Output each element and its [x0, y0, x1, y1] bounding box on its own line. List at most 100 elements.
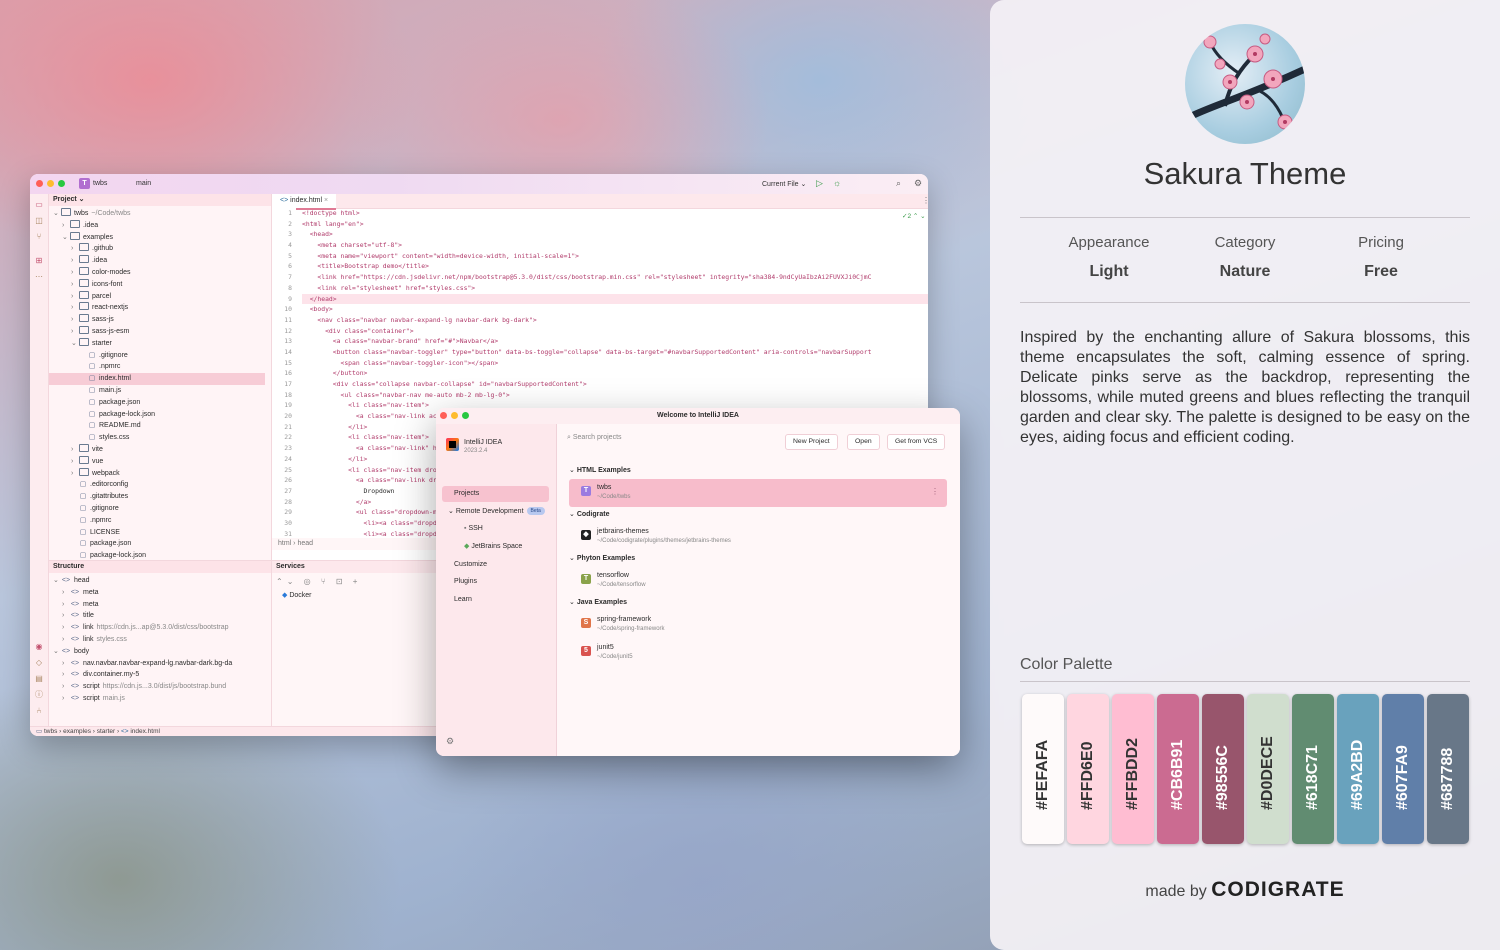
- chevron-down-icon[interactable]: ⌄: [71, 338, 79, 350]
- tree-file-row[interactable]: ▢ LICENSE: [49, 527, 265, 539]
- close-window-button[interactable]: [440, 412, 447, 419]
- color-swatch[interactable]: #D0DECE: [1247, 694, 1289, 844]
- tree-folder-row[interactable]: ⌄ starter: [49, 337, 265, 350]
- tree-file-row[interactable]: ▢ .editorconfig: [49, 479, 265, 491]
- project-group-header[interactable]: ⌄ Phyton Examples: [569, 554, 635, 562]
- crumb-head[interactable]: head: [297, 540, 313, 547]
- chevron-down-icon[interactable]: ⌄: [62, 232, 70, 244]
- chevron-down-icon[interactable]: ⌄: [569, 511, 577, 518]
- structure-item[interactable]: › <> script https://cdn.js...3.0/dist/js/bo…: [49, 681, 226, 693]
- tree-folder-row[interactable]: › react-nextjs: [49, 302, 265, 314]
- recent-project-item[interactable]: ◆ jetbrains-themes ~/Code/codigrate/plugin…: [569, 523, 947, 551]
- tree-folder-row[interactable]: › sass-js-esm: [49, 326, 265, 338]
- recent-project-item[interactable]: Ttwbs ~/Code/twbs ⋮: [569, 479, 947, 507]
- tree-file-row[interactable]: ▢ .npmrc: [49, 361, 265, 373]
- chevron-right-icon[interactable]: ›: [62, 587, 70, 599]
- project-panel-header[interactable]: Project ⌄: [49, 194, 271, 206]
- chevron-right-icon[interactable]: ›: [71, 291, 79, 303]
- zoom-window-button[interactable]: [58, 180, 65, 187]
- recent-project-item[interactable]: Ttensorflow ~/Code/tensorflow: [569, 567, 947, 595]
- welcome-nav-remote-development[interactable]: ⌄ Remote Development Beta: [442, 504, 545, 520]
- chevron-down-icon[interactable]: ⌄: [569, 555, 577, 562]
- structure-item[interactable]: › <> meta: [49, 587, 99, 599]
- structure-item[interactable]: › <> div.container.my-5: [49, 669, 139, 681]
- structure-item[interactable]: › <> script main.js: [49, 693, 125, 705]
- color-swatch[interactable]: #618C71: [1292, 694, 1334, 844]
- zoom-window-button[interactable]: [462, 412, 469, 419]
- tree-folder-row[interactable]: › .idea: [49, 219, 265, 232]
- chevron-right-icon[interactable]: ›: [62, 681, 70, 693]
- chevron-right-icon[interactable]: ›: [62, 693, 70, 705]
- tree-file-row[interactable]: ▢ styles.css: [49, 432, 265, 444]
- run-icon[interactable]: ▷: [816, 178, 823, 189]
- project-group-header[interactable]: ⌄ Codigrate: [569, 510, 609, 518]
- debug-icon[interactable]: ☼: [833, 178, 841, 188]
- welcome-nav-plugins[interactable]: Plugins: [442, 574, 477, 590]
- tree-folder-row[interactable]: › vue: [49, 455, 265, 468]
- tree-folder-row[interactable]: › webpack: [49, 467, 265, 480]
- chevron-right-icon[interactable]: ›: [71, 267, 79, 279]
- tree-file-row[interactable]: ▢ .gitignore: [49, 503, 265, 515]
- welcome-nav-projects[interactable]: Projects: [442, 486, 549, 502]
- structure-item[interactable]: › <> link styles.css: [49, 634, 127, 646]
- tree-file-row[interactable]: ▢ .gitignore: [49, 350, 265, 362]
- color-swatch[interactable]: #607FA9: [1382, 694, 1424, 844]
- chevron-right-icon[interactable]: ›: [71, 468, 79, 480]
- services-toolbar[interactable]: ⌃⌄ ◎ ⑂ ⊡ +: [276, 577, 361, 586]
- status-crumb-twbs[interactable]: twbs: [44, 728, 57, 735]
- tree-file-row[interactable]: ▢ package.json: [49, 397, 265, 409]
- inspection-widget[interactable]: ✓2 ⌃ ⌄: [902, 212, 926, 220]
- recent-project-item[interactable]: Sspring-framework ~/Code/spring-framework: [569, 611, 947, 639]
- get-from-vcs-button[interactable]: Get from VCS: [887, 434, 946, 450]
- tree-file-row[interactable]: ▢ package.json: [49, 538, 265, 550]
- close-tab-icon[interactable]: ×: [324, 197, 328, 204]
- color-swatch[interactable]: #687788: [1427, 694, 1469, 844]
- project-options-icon[interactable]: ⋮: [931, 487, 939, 496]
- minimize-window-button[interactable]: [451, 412, 458, 419]
- welcome-nav-learn[interactable]: Learn: [442, 592, 472, 608]
- new-project-button[interactable]: New Project: [785, 434, 838, 450]
- run-config-selector[interactable]: Current File ⌄: [762, 180, 806, 188]
- status-crumb-file[interactable]: index.html: [130, 728, 160, 735]
- structure-item[interactable]: › <> link https://cdn.js...ap@5.3.0/dist/cs…: [49, 622, 229, 634]
- tab-actions-icon[interactable]: ⋮: [922, 196, 928, 205]
- tree-file-row[interactable]: ▢ package-lock.json: [49, 409, 265, 421]
- chevron-down-icon[interactable]: ⌄: [448, 508, 456, 515]
- chevron-right-icon[interactable]: ›: [62, 634, 70, 646]
- chevron-right-icon[interactable]: ›: [71, 302, 79, 314]
- services-tool-icon[interactable]: ◉: [34, 642, 44, 652]
- tree-folder-row[interactable]: › .github: [49, 243, 265, 255]
- structure-item[interactable]: ⌄ <> body: [49, 646, 89, 658]
- tree-file-row[interactable]: ▢ README.md: [49, 420, 265, 432]
- chevron-right-icon[interactable]: ›: [62, 599, 70, 611]
- tree-folder-row[interactable]: › parcel: [49, 290, 265, 303]
- chevron-right-icon[interactable]: ›: [62, 658, 70, 670]
- branch-switcher[interactable]: main: [136, 180, 151, 187]
- project-switcher[interactable]: twbs: [93, 180, 107, 187]
- structure-item[interactable]: ⌄ <> head: [49, 575, 90, 587]
- color-swatch[interactable]: #CB6B91: [1157, 694, 1199, 844]
- problems-icon[interactable]: ⓘ: [34, 690, 44, 700]
- chevron-right-icon[interactable]: ›: [62, 220, 70, 232]
- settings-gear-icon[interactable]: ⚙: [914, 178, 922, 189]
- search-icon[interactable]: ⌕: [896, 178, 901, 189]
- terminal-icon[interactable]: ▤: [34, 674, 44, 684]
- color-swatch[interactable]: #FEFAFA: [1022, 694, 1064, 844]
- chevron-down-icon[interactable]: ⌄: [569, 599, 577, 606]
- welcome-nav-ssh[interactable]: ▪ SSH: [442, 521, 483, 537]
- minimize-window-button[interactable]: [47, 180, 54, 187]
- crumb-html[interactable]: html: [278, 540, 291, 547]
- tree-file-row[interactable]: ▢ index.html: [49, 373, 265, 386]
- chevron-right-icon[interactable]: ›: [71, 243, 79, 255]
- tree-folder-row[interactable]: › color-modes: [49, 267, 265, 279]
- color-swatch[interactable]: #FFBDD2: [1112, 694, 1154, 844]
- color-swatch[interactable]: #98556C: [1202, 694, 1244, 844]
- chevron-down-icon[interactable]: ⌄: [53, 208, 61, 220]
- welcome-nav-jetbrains-space[interactable]: ◆ JetBrains Space: [442, 539, 522, 555]
- chevron-right-icon[interactable]: ›: [71, 456, 79, 468]
- project-tool-icon[interactable]: ▭: [34, 200, 44, 210]
- chevron-down-icon[interactable]: ⌄: [569, 467, 577, 474]
- tree-file-row[interactable]: ▢ .gitattributes: [49, 491, 265, 503]
- chevron-down-icon[interactable]: ⌄: [53, 646, 61, 658]
- search-projects[interactable]: ⌕ Search projects: [567, 434, 622, 442]
